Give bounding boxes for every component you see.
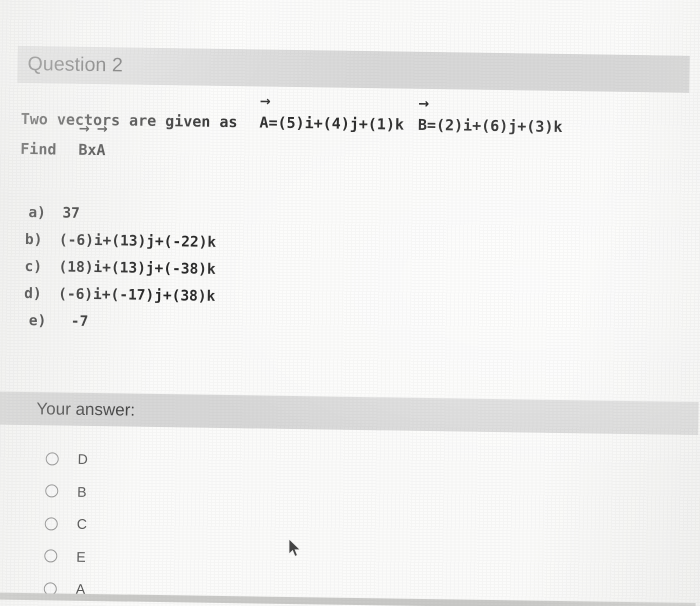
option-b-value: (-6)i+(13)j+(-22)k — [58, 232, 217, 251]
find-vector-b: → B — [78, 122, 89, 165]
answer-choice-d-label: D — [77, 451, 88, 468]
option-d-key: d) — [24, 286, 42, 303]
vector-a-arrow-icon: → — [259, 94, 271, 110]
option-b: b) (-6)i+(13)j+(-22)k — [25, 227, 217, 257]
option-c-value: (18)i+(13)j+(-38)k — [58, 259, 216, 278]
radio-button-icon[interactable] — [45, 452, 59, 466]
answer-choice-list: D B C E A — [43, 442, 346, 606]
find-vector-b-arrow-icon: → — [78, 121, 90, 137]
option-c-key: c) — [24, 259, 43, 276]
question-prompt-text: Two vectors are given as — [20, 109, 238, 132]
question-header-bar: Question 2 — [17, 45, 690, 93]
your-answer-bar: Your answer: — [0, 391, 699, 436]
option-a-key: a) — [28, 205, 46, 222]
vector-b: → B — [417, 97, 429, 140]
find-vector-b-symbol: B — [78, 140, 88, 159]
answer-choice-e[interactable]: E — [44, 540, 344, 577]
find-label: Find — [20, 139, 57, 159]
screen-surface: Question 2 Two vectors are given as → A=(5… — [0, 0, 700, 606]
vector-a-expression: =(5)i+(4)j+(1)k — [268, 113, 405, 134]
answer-choice-e-label: E — [76, 548, 86, 565]
option-e-key: e) — [28, 313, 47, 330]
question-body: Two vectors are given as → A=(5)i+(4)j+(1)… — [20, 94, 700, 174]
quiz-content: Question 2 Two vectors are given as → A=(5… — [0, 0, 700, 606]
radio-button-icon[interactable] — [44, 517, 58, 531]
answer-choice-c-label: C — [76, 516, 88, 533]
cross-product-operator: x — [87, 140, 97, 160]
option-d-value: (-6)i+(-17)j+(38)k — [58, 286, 216, 305]
find-vector-a-arrow-icon: → — [96, 122, 108, 138]
radio-button-icon[interactable] — [44, 549, 58, 563]
option-d: d) (-6)i+(-17)j+(38)k — [24, 281, 216, 311]
vector-b-expression: =(2)i+(6)j+(3)k — [426, 115, 563, 136]
vector-a: → A — [259, 94, 270, 137]
option-e-value: -7 — [70, 313, 89, 330]
option-a: a) 37 — [25, 200, 217, 230]
option-a-value: 37 — [62, 205, 80, 222]
option-c: c) (18)i+(13)j+(-38)k — [24, 254, 216, 284]
find-vector-a-symbol: A — [96, 141, 106, 160]
answer-choice-b-label: B — [77, 483, 87, 500]
your-answer-label: Your answer: — [36, 398, 136, 420]
vector-a-symbol: A — [259, 113, 269, 132]
option-list: a) 37 b) (-6)i+(13)j+(-22)k c) (18)i+(13)j+… — [24, 200, 217, 338]
page-title: Question 2 — [27, 53, 124, 77]
option-b-key: b) — [24, 232, 43, 249]
answer-choice-c[interactable]: C — [44, 507, 345, 544]
answer-choice-d[interactable]: D — [45, 442, 345, 479]
answer-choice-b[interactable]: B — [45, 475, 345, 512]
find-vector-a: → A — [96, 122, 107, 165]
vector-b-arrow-icon: → — [418, 96, 430, 112]
photo-frame: Question 2 Two vectors are given as → A=(5… — [0, 0, 700, 606]
vector-b-symbol: B — [417, 115, 428, 134]
radio-button-icon[interactable] — [45, 484, 59, 498]
option-e: e) -7 — [24, 308, 216, 338]
